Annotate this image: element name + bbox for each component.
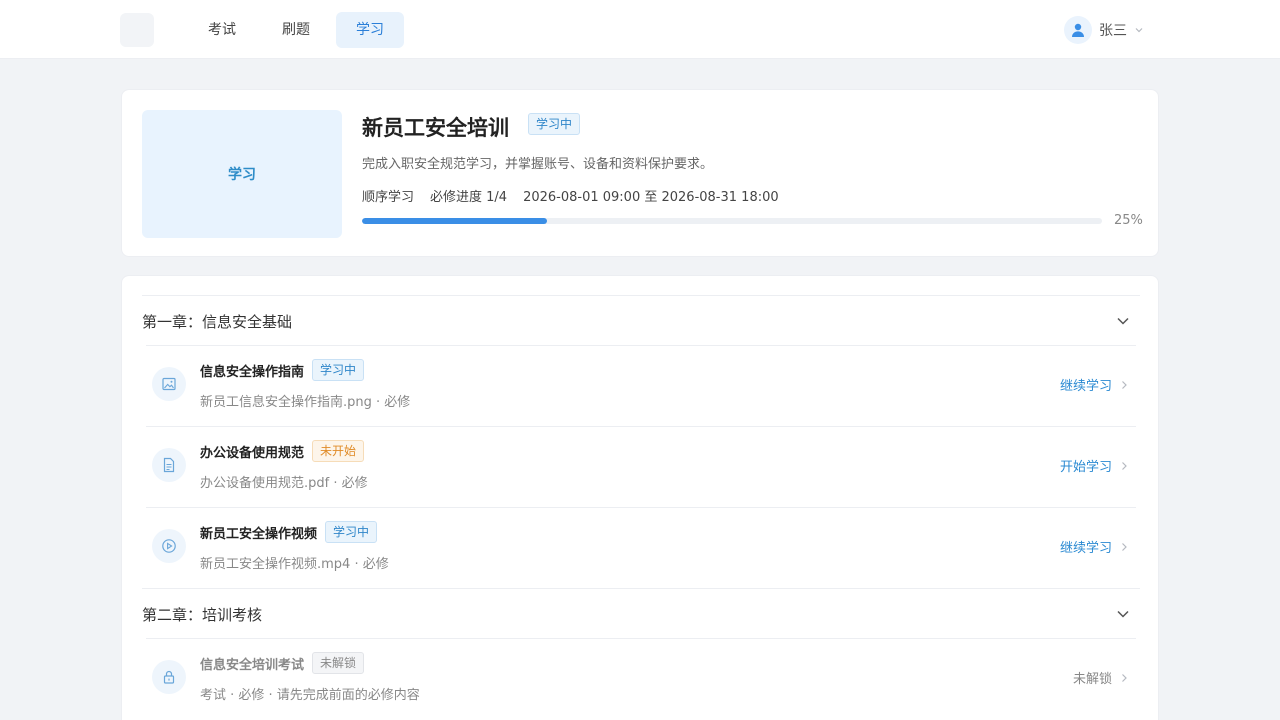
start-learning-button[interactable]: 开始学习 — [1060, 456, 1128, 475]
user-icon — [1072, 23, 1084, 37]
list-item[interactable]: 信息安全培训考试 未解锁 考试 · 必修 · 请先完成前面的必修内容 未解锁 — [146, 638, 1136, 719]
status-badge: 学习中 — [312, 359, 365, 381]
chevron-right-icon — [1122, 673, 1127, 682]
chapter-header[interactable]: 第二章：培训考核 — [142, 588, 1140, 638]
item-title: 信息安全操作指南 — [200, 364, 305, 380]
continue-learning-button[interactable]: 继续学习 — [1060, 375, 1128, 394]
course-progress-fill — [362, 218, 547, 224]
chapter-title: 第一章：信息安全基础 — [142, 313, 293, 331]
item-title: 新员工安全操作视频 — [200, 526, 318, 542]
list-item[interactable]: 办公设备使用规范 未开始 办公设备使用规范.pdf · 必修 开始学习 — [146, 426, 1136, 507]
item-title: 信息安全培训考试 — [200, 657, 305, 673]
status-badge: 未开始 — [312, 440, 365, 462]
course-title: 新员工安全培训 — [362, 116, 509, 140]
course-mode: 顺序学习 — [362, 190, 415, 205]
chevron-down-icon[interactable] — [1114, 312, 1132, 330]
action-label: 继续学习 — [1059, 379, 1112, 394]
list-item[interactable]: 新员工安全操作视频 学习中 新员工安全操作视频.mp4 · 必修 继续学习 — [146, 507, 1136, 588]
item-icon-wrap — [152, 367, 186, 401]
action-label: 继续学习 — [1059, 541, 1112, 556]
list-item[interactable]: 信息安全操作指南 学习中 新员工信息安全操作指南.png · 必修 继续学习 — [146, 345, 1136, 426]
play-icon — [162, 539, 176, 553]
chapter-header[interactable]: 第一章：信息安全基础 — [142, 295, 1140, 345]
item-title: 办公设备使用规范 — [200, 445, 305, 461]
lock-icon — [163, 670, 175, 684]
avatar — [1064, 16, 1092, 44]
item-icon-wrap — [152, 529, 186, 563]
course-progress-text: 25% — [1114, 213, 1143, 228]
item-icon-wrap — [152, 660, 186, 694]
course-progress-bar — [362, 218, 1102, 224]
course-cover: 学习 — [142, 110, 342, 238]
user-menu[interactable]: 张三 — [1064, 16, 1144, 44]
image-icon — [162, 377, 176, 391]
locked-action[interactable]: 未解锁 — [1073, 668, 1128, 687]
nav-tab-exam[interactable]: 考试 — [188, 12, 256, 48]
chevron-right-icon — [1122, 380, 1127, 389]
chapter-list-card: 第一章：信息安全基础 信息安全操作指南 学习中 新员工信息安全操作指南.png … — [121, 275, 1159, 720]
item-subtitle: 新员工信息安全操作指南.png · 必修 — [200, 395, 411, 410]
course-status-badge: 学习中 — [528, 113, 581, 135]
chevron-right-icon — [1122, 542, 1127, 551]
chevron-down-icon[interactable] — [1114, 605, 1132, 623]
course-header-card: 学习 新员工安全培训 学习中 完成入职安全规范学习，并掌握账号、设备和资料保护要… — [121, 89, 1159, 257]
course-period: 2026-08-01 09:00 至 2026-08-31 18:00 — [523, 190, 779, 205]
item-subtitle: 办公设备使用规范.pdf · 必修 — [200, 476, 368, 491]
chevron-down-icon — [1135, 28, 1143, 33]
chapter-title: 第二章：培训考核 — [142, 606, 263, 624]
chevron-right-icon — [1122, 461, 1127, 470]
nav-tab-study[interactable]: 学习 — [336, 12, 404, 48]
course-meta: 顺序学习 必修进度 1/4 2026-08-01 09:00 至 2026-08… — [362, 186, 795, 205]
continue-learning-button[interactable]: 继续学习 — [1060, 537, 1128, 556]
user-name: 张三 — [1099, 23, 1127, 39]
course-required-progress: 必修进度 1/4 — [430, 190, 508, 205]
status-badge: 未解锁 — [312, 652, 365, 674]
course-description: 完成入职安全规范学习，并掌握账号、设备和资料保护要求。 — [362, 157, 714, 172]
item-subtitle: 考试 · 必修 · 请先完成前面的必修内容 — [200, 688, 420, 703]
document-icon — [163, 457, 175, 473]
action-label: 开始学习 — [1059, 460, 1112, 475]
item-icon-wrap — [152, 448, 186, 482]
item-subtitle: 新员工安全操作视频.mp4 · 必修 — [200, 557, 389, 572]
nav-tab-practice[interactable]: 刷题 — [262, 12, 330, 48]
action-label: 未解锁 — [1072, 672, 1112, 687]
status-badge: 学习中 — [325, 521, 378, 543]
top-navbar: 考试 刷题 学习 张三 — [0, 0, 1280, 59]
logo[interactable] — [120, 13, 154, 47]
